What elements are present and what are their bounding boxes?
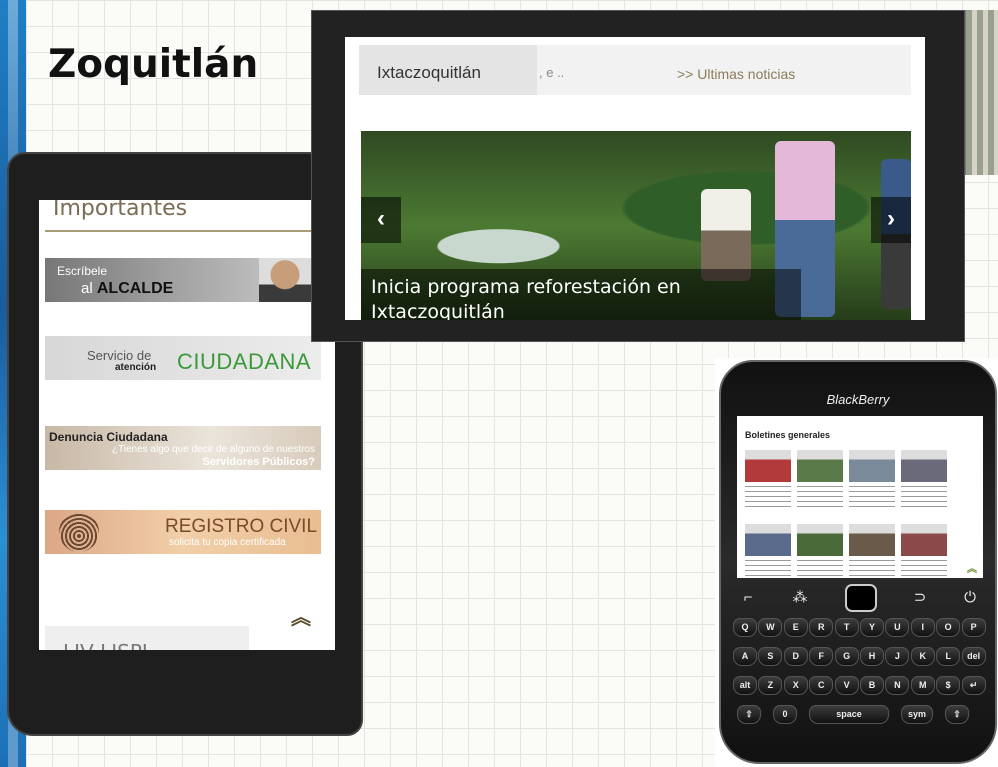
bulletin-thumbnail[interactable] (745, 524, 791, 556)
banner-alcalde-line1: Escríbele (57, 264, 108, 278)
bulletin-caption (797, 486, 843, 508)
key-Z[interactable]: Z (758, 676, 783, 695)
phone-mockup: Importantes Escríbele al ALCALDE Servici… (7, 152, 363, 736)
banner-servicio-big: CIUDADANA (177, 349, 312, 374)
key-N[interactable]: N (885, 676, 910, 695)
banner-alcalde-line2: al ALCALDE (81, 280, 174, 297)
bulletin-thumbnail[interactable] (901, 524, 947, 556)
key-R[interactable]: R (809, 618, 834, 637)
blackberry-screen: Boletines generales ︽ (737, 416, 983, 578)
blackberry-nav-row: ⌐ ⁂ ⊃ ⏻ (731, 584, 989, 614)
key-M[interactable]: M (910, 676, 935, 695)
banner-denuncia-servidores: Servidores Públicos? (202, 456, 315, 468)
key-S[interactable]: S (758, 647, 783, 666)
banner-denuncia-question: ¿Tienes algo que decir de alguno de nues… (111, 444, 315, 455)
banner-registro-title: REGISTRO CIVIL (165, 516, 318, 537)
building-photo-strip (964, 10, 998, 175)
key-X[interactable]: X (783, 676, 808, 695)
key-L[interactable]: L (936, 647, 961, 666)
banner-registro-subtitle: solicita tu copia certificada (169, 537, 286, 548)
news-tab-bar: Ixtaczoquitlán , e .. >> Ultimas noticia… (359, 45, 911, 95)
carousel-next-icon[interactable]: › (871, 197, 911, 243)
end-key-icon[interactable]: ⏻ (957, 588, 983, 608)
key-symbol[interactable]: $ (936, 676, 961, 695)
tablet-mockup: Ixtaczoquitlán , e .. >> Ultimas noticia… (311, 10, 965, 342)
trackpad[interactable] (845, 584, 877, 612)
key-Q[interactable]: Q (733, 618, 757, 637)
key-V[interactable]: V (834, 676, 859, 695)
key-I[interactable]: I (910, 618, 935, 637)
scroll-top-icon[interactable]: ︽ (291, 608, 311, 628)
bulletin-thumbnail[interactable] (797, 524, 843, 556)
bulletin-thumbnail[interactable] (901, 450, 947, 482)
bulletin-thumbnail[interactable] (849, 524, 895, 556)
key-O[interactable]: O (936, 618, 961, 637)
banner-servicio-line2: atención (115, 362, 157, 373)
blackberry-panel: BlackBerry Boletines generales ︽ ⌐ ⁂ ⊃ ⏻… (715, 358, 998, 767)
page-title: Zoquitlán (48, 42, 259, 87)
banner-registro-civil[interactable]: REGISTRO CIVIL solicita tu copia certifi… (45, 510, 321, 554)
key-D[interactable]: D (783, 647, 808, 666)
bulletin-thumbnail[interactable] (797, 450, 843, 482)
carousel-caption[interactable]: Inicia programa reforestación en Ixtaczo… (361, 269, 801, 320)
blackberry-keyboard: Q W E R T Y U I O P A S D F G H J K Ldel alt Z X C V B N M $ ↵ ⇧ 0 spac… (733, 618, 987, 736)
bulletin-caption (797, 560, 843, 578)
banner-denuncia-ciudadana[interactable]: Denuncia Ciudadana ¿Tienes algo que deci… (45, 426, 321, 470)
scroll-top-icon[interactable]: ︽ (967, 560, 977, 575)
key-U[interactable]: U (885, 618, 910, 637)
bulletin-caption (901, 560, 947, 578)
key-W[interactable]: W (758, 618, 783, 637)
bulletin-caption (849, 486, 895, 508)
key-T[interactable]: T (834, 618, 859, 637)
key-J[interactable]: J (885, 647, 910, 666)
section-divider (45, 230, 313, 232)
key-symbol[interactable]: ↵ (961, 676, 986, 695)
key-A[interactable]: A (733, 647, 757, 666)
next-section-heading: LIV LISPI (45, 626, 249, 650)
key-symbol[interactable]: ⇧ (737, 705, 761, 724)
key-del[interactable]: del (961, 647, 986, 666)
key-C[interactable]: C (809, 676, 834, 695)
key-F[interactable]: F (809, 647, 834, 666)
banner-servicio-line1: Servicio de (87, 348, 152, 363)
menu-key-icon[interactable]: ⁂ (787, 588, 813, 608)
key-P[interactable]: P (961, 618, 986, 637)
banner-servicio-ciudadana[interactable]: Servicio de atención CIUDADANA (45, 336, 321, 380)
fingerprint-icon (59, 512, 99, 552)
key-space[interactable]: space (809, 705, 889, 724)
mayor-portrait (259, 258, 311, 302)
tablet-screen: Ixtaczoquitlán , e .. >> Ultimas noticia… (345, 37, 925, 320)
key-symbol[interactable]: ⇧ (945, 705, 969, 724)
carousel-prev-icon[interactable]: ‹ (361, 197, 401, 243)
key-sym[interactable]: sym (901, 705, 933, 724)
key-H[interactable]: H (860, 647, 884, 666)
key-K[interactable]: K (910, 647, 935, 666)
key-B[interactable]: B (860, 676, 884, 695)
back-key-icon[interactable]: ⊃ (907, 588, 933, 608)
key-0[interactable]: 0 (773, 705, 797, 724)
banner-denuncia-title: Denuncia Ciudadana (49, 430, 168, 444)
blackberry-device: BlackBerry Boletines generales ︽ ⌐ ⁂ ⊃ ⏻… (719, 360, 997, 764)
bulletin-caption (901, 486, 947, 508)
news-carousel-image[interactable]: ‹ › Inicia programa reforestación en Ixt… (361, 131, 911, 320)
person-figure (701, 189, 751, 281)
bulletin-caption (849, 560, 895, 578)
tab-ixtaczoquitlan[interactable]: Ixtaczoquitlán (359, 45, 537, 95)
key-alt[interactable]: alt (733, 676, 757, 695)
blackberry-logo: BlackBerry (826, 392, 890, 407)
bulletin-thumbnail[interactable] (745, 450, 791, 482)
latest-news-link[interactable]: >> Ultimas noticias (677, 66, 795, 82)
banner-escribele-alcalde[interactable]: Escríbele al ALCALDE (45, 258, 321, 302)
section-title: Importantes (53, 200, 188, 221)
bulletin-caption (745, 486, 791, 508)
bulletin-caption (745, 560, 791, 578)
key-G[interactable]: G (834, 647, 859, 666)
bulletin-thumbnail[interactable] (849, 450, 895, 482)
tab-overflow-text: , e .. (539, 65, 565, 80)
key-E[interactable]: E (783, 618, 808, 637)
phone-screen: Importantes Escríbele al ALCALDE Servici… (39, 200, 335, 650)
key-Y[interactable]: Y (860, 618, 884, 637)
call-key-icon[interactable]: ⌐ (735, 588, 761, 608)
bulletins-title: Boletines generales (745, 430, 831, 440)
